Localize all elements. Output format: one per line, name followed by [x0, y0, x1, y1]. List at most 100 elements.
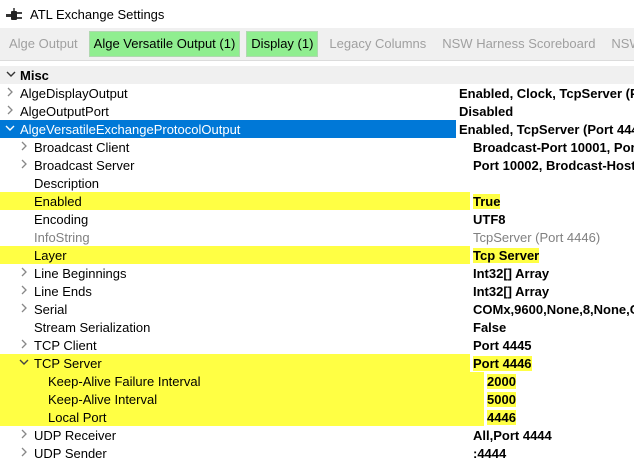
property-value-cell[interactable]: Port 4446 [470, 354, 634, 372]
chevron-right-icon[interactable] [4, 87, 16, 100]
property-value: UTF8 [473, 211, 506, 227]
property-value: Port 10002, Brodcast-Host 255.2 [473, 157, 634, 173]
property-value-cell[interactable]: UTF8 [470, 210, 634, 228]
property-row[interactable]: Keep-Alive Failure Interval 2000 [0, 372, 634, 390]
property-row[interactable]: Keep-Alive Interval 5000 [0, 390, 634, 408]
property-value-cell[interactable]: True [470, 192, 634, 210]
chevron-right-icon[interactable] [4, 105, 16, 118]
property-value-cell[interactable]: 5000 [484, 390, 634, 408]
property-value: All,Port 4444 [473, 427, 552, 443]
property-value-cell[interactable]: 2000 [484, 372, 634, 390]
property-name-cell[interactable]: UDP Sender [0, 444, 470, 462]
property-row[interactable]: Broadcast Client Broadcast-Port 10001, Po… [0, 138, 634, 156]
property-name-cell[interactable]: TCP Client [0, 336, 470, 354]
chevron-down-icon[interactable] [4, 69, 18, 82]
property-name-cell[interactable]: TCP Server [0, 354, 470, 372]
property-row[interactable]: Stream Serialization False [0, 318, 634, 336]
property-name-cell[interactable]: AlgeOutputPort [0, 102, 456, 120]
property-name: Serial [34, 301, 68, 317]
chevron-right-icon[interactable] [18, 267, 30, 280]
property-name: AlgeDisplayOutput [20, 85, 128, 101]
property-row[interactable]: UDP Receiver All,Port 4444 [0, 426, 634, 444]
property-row[interactable]: AlgeDisplayOutput Enabled, Clock, TcpServ… [0, 84, 634, 102]
property-value-cell[interactable]: Enabled, TcpServer (Port 4446) [456, 120, 634, 138]
property-row[interactable]: Enabled True [0, 192, 634, 210]
property-value-cell[interactable] [470, 174, 634, 192]
property-name-cell[interactable]: Serial [0, 300, 470, 318]
property-row[interactable]: UDP Sender:4444 [0, 444, 634, 462]
property-name: Keep-Alive Failure Interval [48, 373, 201, 389]
property-row[interactable]: TCP Client Port 4445 [0, 336, 634, 354]
property-row[interactable]: Serial COMx,9600,None,8,None,One [0, 300, 634, 318]
property-value-cell[interactable]: Int32[] Array [470, 264, 634, 282]
property-name-cell[interactable]: Layer [0, 246, 470, 264]
property-value-cell[interactable]: COMx,9600,None,8,None,One [470, 300, 634, 318]
property-value-cell[interactable]: Int32[] Array [470, 282, 634, 300]
tab-display-1[interactable]: Display (1) [246, 31, 319, 57]
chevron-right-icon[interactable] [18, 447, 30, 460]
chevron-down-icon[interactable] [4, 124, 16, 135]
property-row[interactable]: Local Port 4446 [0, 408, 634, 426]
property-value-cell[interactable]: False [470, 318, 634, 336]
tab-alge-output[interactable]: Alge Output [4, 31, 83, 57]
property-row[interactable]: Encoding UTF8 [0, 210, 634, 228]
property-name-cell[interactable]: Broadcast Client [0, 138, 470, 156]
property-row[interactable]: AlgeOutputPort Disabled [0, 102, 634, 120]
property-name-cell[interactable]: Keep-Alive Interval [0, 390, 484, 408]
property-name-cell[interactable]: UDP Receiver [0, 426, 470, 444]
property-row[interactable]: InfoString TcpServer (Port 4446) [0, 228, 634, 246]
property-row[interactable]: Description [0, 174, 634, 192]
property-name-cell[interactable]: Keep-Alive Failure Interval [0, 372, 484, 390]
property-value-cell[interactable]: Tcp Server [470, 246, 634, 264]
property-value: TcpServer (Port 4446) [473, 229, 601, 245]
property-row[interactable]: Layer Tcp Server [0, 246, 634, 264]
property-name-cell[interactable]: Encoding [0, 210, 470, 228]
category-row-misc[interactable]: Misc [0, 66, 634, 84]
property-value: True [473, 193, 501, 209]
tab-nsw-harness-scoreboard[interactable]: NSW Harness Scoreboard [437, 31, 601, 57]
property-name: TCP Server [34, 355, 102, 371]
property-value-cell[interactable]: :4444 [470, 444, 634, 462]
property-name-cell[interactable]: InfoString [0, 228, 470, 246]
property-value-cell[interactable]: 4446 [484, 408, 634, 426]
property-value-cell[interactable]: Broadcast-Port 10001, Port 4445 [470, 138, 634, 156]
property-name-cell[interactable]: Enabled [0, 192, 470, 210]
property-name-cell[interactable]: Broadcast Server [0, 156, 470, 174]
property-row[interactable]: Line Ends Int32[] Array [0, 282, 634, 300]
property-name-cell[interactable]: Local Port [0, 408, 484, 426]
property-name-cell[interactable]: Stream Serialization [0, 318, 470, 336]
chevron-right-icon[interactable] [18, 159, 30, 172]
property-grid: Misc AlgeDisplayOutput Enabled, Clock, Tc… [0, 66, 634, 462]
property-value: Enabled, TcpServer (Port 4446) [459, 121, 634, 137]
chevron-right-icon[interactable] [18, 141, 30, 154]
property-name-cell[interactable]: Line Beginnings [0, 264, 470, 282]
property-value-cell[interactable]: Port 10002, Brodcast-Host 255.2 [470, 156, 634, 174]
tab-legacy-columns[interactable]: Legacy Columns [324, 31, 432, 57]
property-name: TCP Client [34, 337, 97, 353]
tab-nsw-harness-sta[interactable]: NSW Harness Sta [606, 31, 634, 57]
property-row[interactable]: AlgeVersatileExchangeProtocolOutput Enabl… [0, 120, 634, 138]
property-value: Enabled, Clock, TcpServer (Port [459, 85, 634, 101]
property-row[interactable]: Broadcast Server Port 10002, Brodcast-Hos… [0, 156, 634, 174]
property-name-cell[interactable]: AlgeDisplayOutput [0, 84, 456, 102]
property-name-cell[interactable]: AlgeVersatileExchangeProtocolOutput [0, 120, 456, 138]
property-name-cell[interactable]: Description [0, 174, 470, 192]
property-value-cell[interactable]: All,Port 4444 [470, 426, 634, 444]
property-value: Broadcast-Port 10001, Port 4445 [473, 139, 634, 155]
property-name: Stream Serialization [34, 319, 151, 335]
chevron-right-icon[interactable] [18, 339, 30, 352]
property-value-cell[interactable]: Port 4445 [470, 336, 634, 354]
plug-icon [6, 7, 24, 21]
property-row[interactable]: TCP Server Port 4446 [0, 354, 634, 372]
property-value-cell[interactable]: Disabled [456, 102, 634, 120]
chevron-right-icon[interactable] [18, 285, 30, 298]
property-name: Layer [34, 247, 67, 263]
property-value-cell[interactable]: TcpServer (Port 4446) [470, 228, 634, 246]
chevron-right-icon[interactable] [18, 429, 30, 442]
property-name-cell[interactable]: Line Ends [0, 282, 470, 300]
property-value-cell[interactable]: Enabled, Clock, TcpServer (Port [456, 84, 634, 102]
property-row[interactable]: Line Beginnings Int32[] Array [0, 264, 634, 282]
tab-alge-versatile-output-1[interactable]: Alge Versatile Output (1) [88, 31, 241, 57]
chevron-right-icon[interactable] [18, 303, 30, 316]
chevron-down-icon[interactable] [18, 358, 30, 369]
